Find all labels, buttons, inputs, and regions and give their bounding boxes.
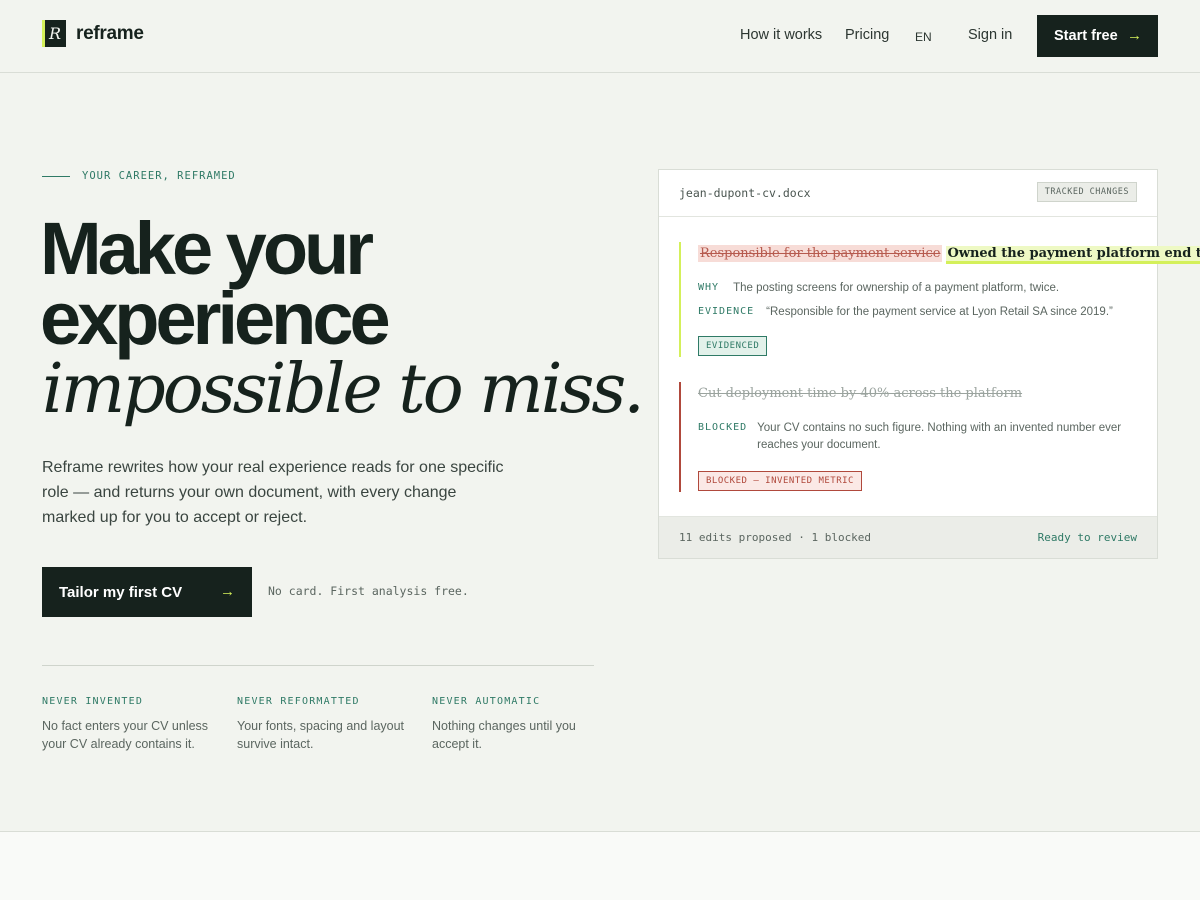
feature-never-automatic: NEVER AUTOMATIC Nothing changes until yo… — [432, 696, 602, 753]
evidence-row: EVIDENCE “Responsible for the payment se… — [698, 306, 1113, 321]
hero-title-line-3: impossible to miss. — [42, 350, 645, 429]
why-key: WHY — [698, 282, 720, 293]
arrow-right-icon: → — [1127, 27, 1142, 44]
nav-sign-in[interactable]: Sign in — [968, 27, 1012, 43]
blocked-key: BLOCKED — [698, 422, 748, 433]
feature-never-invented: NEVER INVENTED No fact enters your CV un… — [42, 696, 212, 753]
edit-evidenced[interactable]: Responsible for the payment service Owned… — [679, 242, 1200, 357]
feature-title: NEVER REFORMATTED — [237, 696, 360, 707]
feature-desc: Nothing changes until you accept it. — [432, 719, 576, 751]
hero-lead: Reframe rewrites how your real experienc… — [42, 459, 504, 526]
cta-note: No card. First analysis free. — [268, 584, 469, 598]
eyebrow-text: YOUR CAREER, REFRAMED — [82, 170, 236, 182]
document-filename: jean-dupont-cv.docx — [679, 186, 811, 200]
hero-title-line-1: Make your — [40, 207, 374, 290]
nav-how-it-works[interactable]: How it works — [740, 27, 822, 43]
edit-blocked[interactable]: Cut deployment time by 40% across the pl… — [679, 382, 1139, 492]
evidence-text: “Responsible for the payment service at … — [766, 306, 1113, 318]
edit-diff-line: Responsible for the payment service Owned… — [698, 245, 1200, 264]
eyebrow-rule — [42, 175, 70, 177]
logo[interactable]: R reframe — [42, 20, 144, 47]
feature-title: NEVER INVENTED — [42, 696, 144, 707]
blocked-badge: BLOCKED — INVENTED METRIC — [698, 471, 862, 491]
blocked-text: Your CV contains no such figure. Nothing… — [757, 422, 1122, 451]
tailor-cv-label: Tailor my first CV — [59, 583, 183, 601]
nav-pricing[interactable]: Pricing — [845, 27, 889, 43]
deleted-text: Responsible for the payment service — [698, 245, 943, 262]
tracked-changes-badge: TRACKED CHANGES — [1036, 182, 1137, 202]
why-row: WHY The posting screens for ownership of… — [698, 282, 1059, 297]
start-free-button[interactable]: Start free → — [1037, 15, 1158, 57]
feature-desc: No fact enters your CV unless your CV al… — [42, 719, 209, 751]
logo-text: reframe — [76, 22, 144, 44]
logo-mark-icon: R — [42, 20, 66, 47]
feature-desc: Your fonts, spacing and layout survive i… — [237, 719, 405, 751]
card-header: jean-dupont-cv.docx TRACKED CHANGES — [659, 170, 1157, 217]
feature-title: NEVER AUTOMATIC — [432, 696, 541, 707]
document-preview-card: jean-dupont-cv.docx TRACKED CHANGES Resp… — [658, 169, 1200, 559]
feature-never-reformatted: NEVER REFORMATTED Your fonts, spacing an… — [237, 696, 407, 753]
features-divider — [42, 665, 594, 666]
evidenced-badge: EVIDENCED — [698, 336, 768, 356]
why-text: The posting screens for ownership of a p… — [733, 282, 1060, 294]
inserted-text: Owned the payment platform end to end — [946, 246, 1200, 264]
edit-diff-line: Cut deployment time by 40% across the pl… — [698, 386, 1022, 401]
arrow-right-icon: → — [220, 583, 235, 600]
ready-to-review-link[interactable]: Ready to review — [1038, 531, 1137, 544]
site-header: R reframe How it works Pricing EN Sign i… — [0, 0, 1200, 73]
hero-eyebrow: YOUR CAREER, REFRAMED — [42, 170, 236, 182]
start-free-label: Start free — [1054, 28, 1118, 44]
tailor-cv-button[interactable]: Tailor my first CV → — [42, 567, 252, 617]
edits-summary: 11 edits proposed · 1 blocked — [679, 531, 872, 544]
hero-title-line-2: experience — [40, 277, 391, 360]
next-section — [0, 831, 1200, 900]
language-selector[interactable]: EN — [915, 30, 932, 44]
card-footer: 11 edits proposed · 1 blocked Ready to r… — [659, 516, 1157, 558]
evidence-key: EVIDENCE — [698, 306, 755, 317]
deleted-text: Cut deployment time by 40% across the pl… — [698, 386, 1023, 401]
blocked-row: BLOCKED Your CV contains no such figure.… — [698, 422, 1137, 454]
